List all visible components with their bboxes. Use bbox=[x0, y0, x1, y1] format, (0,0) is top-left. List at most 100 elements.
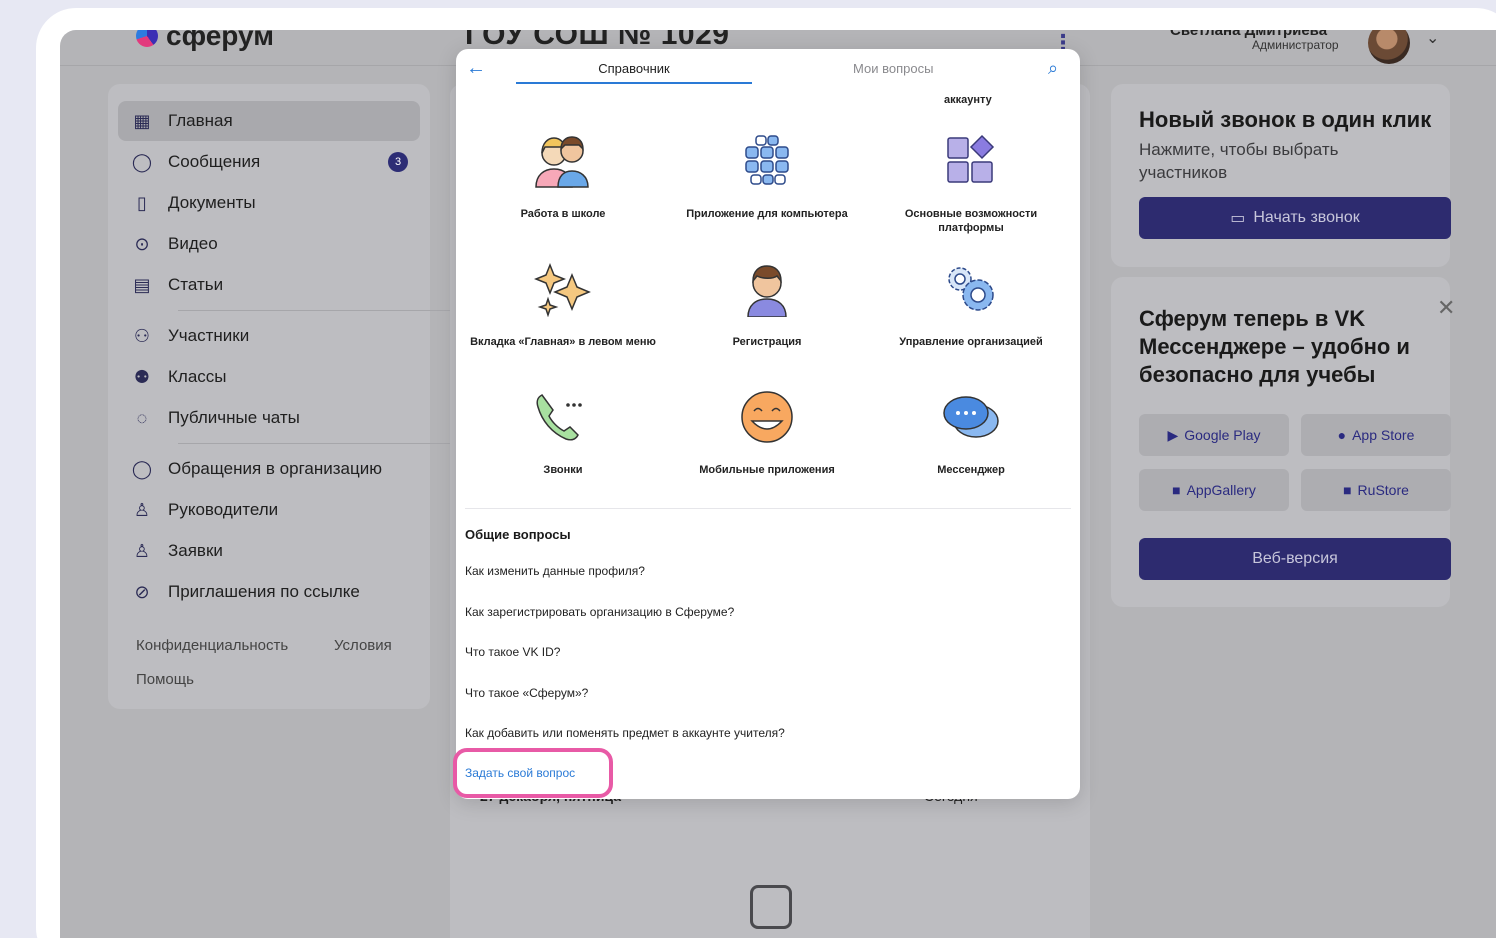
status-badge: 3 bbox=[388, 152, 408, 172]
store-label: App Store bbox=[1352, 427, 1415, 443]
link-arrow-icon: ⊘ bbox=[134, 581, 150, 602]
rustore-button[interactable]: ■ RuStore bbox=[1301, 469, 1451, 511]
sidebar-item-classes[interactable]: ⚉ Классы bbox=[118, 357, 420, 397]
category-features[interactable]: Основные возможности платформы bbox=[871, 133, 1071, 235]
category-label: Вкладка «Главная» в левом меню bbox=[470, 336, 656, 348]
category-label: Регистрация bbox=[732, 336, 802, 348]
divider bbox=[178, 443, 450, 444]
category-label: Работа в школе bbox=[520, 208, 606, 220]
category-school-work[interactable]: Работа в школе bbox=[463, 133, 663, 221]
sidebar: ▦ Главная ◯ Сообщения 3 ▯ Документы ⊙ Видео ▤… bbox=[108, 84, 450, 709]
call-card: Новый звонок в один клик Нажмите, чтобы … bbox=[1111, 84, 1451, 267]
faq-item[interactable]: Что такое «Сферум»? bbox=[465, 686, 588, 700]
category-label: Приложение для компьютера bbox=[686, 208, 848, 220]
category-label: Управление организацией bbox=[899, 336, 1043, 348]
tab-reference[interactable]: Справочник bbox=[516, 61, 752, 84]
sidebar-item-invites[interactable]: ⊘ Приглашения по ссылке bbox=[118, 572, 420, 612]
logo[interactable]: сферум bbox=[136, 30, 274, 52]
google-play-button[interactable]: ▶ Google Play bbox=[1139, 414, 1289, 456]
sidebar-item-messages[interactable]: ◯ Сообщения 3 bbox=[118, 142, 420, 182]
sidebar-item-video[interactable]: ⊙ Видео bbox=[118, 224, 420, 264]
category-org-management[interactable]: Управление организацией bbox=[871, 261, 1071, 349]
store-label: Google Play bbox=[1184, 427, 1261, 443]
category-messenger[interactable]: Мессенджер bbox=[871, 389, 1071, 477]
sidebar-item-requests[interactable]: ♙ Заявки bbox=[118, 531, 420, 571]
video-camera-icon: ▭ bbox=[1230, 210, 1246, 227]
start-call-label: Начать звонок bbox=[1253, 209, 1360, 226]
sidebar-item-participants[interactable]: ⚇ Участники bbox=[118, 316, 420, 356]
category-registration[interactable]: Регистрация bbox=[667, 261, 867, 349]
start-call-button[interactable]: ▭ Начать звонок bbox=[1139, 197, 1451, 239]
sidebar-item-articles[interactable]: ▤ Статьи bbox=[118, 265, 420, 305]
smile-icon bbox=[734, 389, 800, 455]
sidebar-item-managers[interactable]: ♙ Руководители bbox=[118, 490, 420, 530]
logo-mark-icon bbox=[136, 30, 158, 47]
sidebar-item-label: Приглашения по ссылке bbox=[168, 582, 360, 601]
sidebar-item-appeals[interactable]: ◯ Обращения в организацию bbox=[118, 449, 420, 489]
category-label: Звонки bbox=[543, 464, 583, 476]
features-icon bbox=[938, 133, 1004, 199]
faq-item[interactable]: Как добавить или поменять предмет в акка… bbox=[465, 726, 785, 740]
category-mobile-apps[interactable]: Мобильные приложения bbox=[667, 389, 867, 477]
appgallery-icon: ■ bbox=[1172, 482, 1181, 498]
sidebar-item-label: Сообщения bbox=[168, 152, 261, 171]
divider bbox=[465, 508, 1071, 509]
scrolled-label: аккаунту bbox=[944, 94, 992, 106]
category-calls[interactable]: Звонки bbox=[463, 389, 663, 477]
calendar-icon bbox=[750, 885, 792, 929]
privacy-link[interactable]: Конфиденциальность bbox=[136, 637, 288, 654]
sidebar-item-label: Обращения в организацию bbox=[168, 459, 382, 478]
group-icon: ⚉ bbox=[133, 366, 151, 387]
category-label: Мессенджер bbox=[937, 464, 1005, 476]
people-icon: ⚇ bbox=[133, 325, 151, 346]
appgallery-button[interactable]: ■ AppGallery bbox=[1139, 469, 1289, 511]
sidebar-item-label: Классы bbox=[168, 367, 227, 386]
user-avatar-icon bbox=[734, 261, 800, 327]
user-role: Администратор bbox=[1252, 38, 1339, 52]
sidebar-item-documents[interactable]: ▯ Документы bbox=[118, 183, 420, 223]
web-version-label: Веб-версия bbox=[1252, 550, 1338, 567]
apple-icon: ● bbox=[1337, 427, 1347, 443]
rustore-icon: ■ bbox=[1343, 482, 1352, 498]
avatar[interactable] bbox=[1368, 30, 1410, 64]
chat-icon: ◯ bbox=[131, 151, 153, 172]
terms-link[interactable]: Условия bbox=[334, 637, 392, 654]
call-card-subtitle: Нажмите, чтобы выбрать участников bbox=[1139, 140, 1339, 182]
phone-icon bbox=[530, 389, 596, 455]
sidebar-item-public-chats[interactable]: ◌ Публичные чаты bbox=[118, 398, 420, 438]
google-play-icon: ▶ bbox=[1167, 426, 1179, 443]
category-home-tab[interactable]: Вкладка «Главная» в левом меню bbox=[463, 261, 663, 349]
chat-icon: ◯ bbox=[131, 458, 153, 479]
promo-card: ✕ Сферум теперь в VK Мессенджере – удобн… bbox=[1111, 277, 1455, 607]
category-label: Мобильные приложения bbox=[699, 464, 835, 476]
app-dots-icon bbox=[734, 133, 800, 199]
chevron-down-icon[interactable]: ⌄ bbox=[1426, 30, 1439, 48]
search-icon[interactable]: ⌕ bbox=[1048, 58, 1058, 79]
tab-my-questions[interactable]: Мои вопросы bbox=[853, 61, 933, 76]
sidebar-item-label: Заявки bbox=[168, 541, 223, 560]
faq-item[interactable]: Как зарегистрировать организацию в Сферу… bbox=[465, 605, 734, 619]
highlight-ring bbox=[453, 748, 613, 798]
person-icon: ♙ bbox=[133, 499, 151, 520]
faq-item[interactable]: Как изменить данные профиля? bbox=[465, 564, 645, 578]
sidebar-item-label: Статьи bbox=[168, 275, 224, 294]
faq-item[interactable]: Что такое VK ID? bbox=[465, 645, 560, 659]
help-modal: ← Справочник Мои вопросы ⌕ аккаунту Рабо… bbox=[456, 49, 1080, 799]
gears-icon bbox=[938, 261, 1004, 327]
sidebar-item-home[interactable]: ▦ Главная bbox=[118, 101, 420, 141]
sparkles-icon bbox=[530, 261, 596, 327]
back-arrow-icon[interactable]: ← bbox=[466, 57, 486, 80]
sidebar-item-label: Участники bbox=[168, 326, 250, 345]
sidebar-item-label: Видео bbox=[168, 234, 218, 253]
category-desktop-app[interactable]: Приложение для компьютера bbox=[667, 133, 867, 221]
person-arrow-icon: ♙ bbox=[133, 540, 151, 561]
divider bbox=[178, 310, 450, 311]
app-store-button[interactable]: ● App Store bbox=[1301, 414, 1451, 456]
sidebar-item-label: Главная bbox=[168, 111, 233, 130]
sidebar-item-label: Руководители bbox=[168, 500, 279, 519]
grid-icon: ▦ bbox=[133, 110, 151, 131]
teachers-icon bbox=[530, 133, 596, 199]
help-link[interactable]: Помощь bbox=[136, 671, 194, 688]
document-icon: ▯ bbox=[137, 192, 147, 213]
web-version-button[interactable]: Веб-версия bbox=[1139, 538, 1451, 580]
